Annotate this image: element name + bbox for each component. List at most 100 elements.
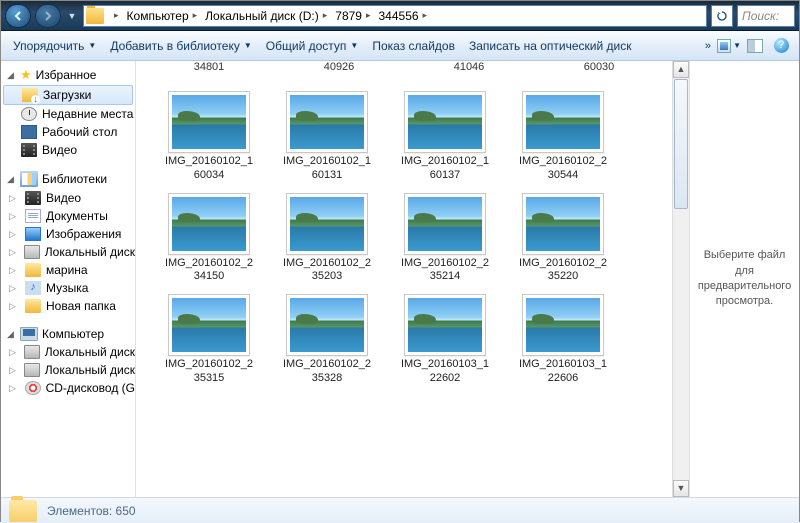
disclose-icon[interactable]: ▷ xyxy=(9,211,18,222)
scroll-down-button[interactable]: ▼ xyxy=(673,480,689,497)
file-label: IMG_20160102_235203 xyxy=(282,257,372,285)
tree-item[interactable]: ▷ Музыка xyxy=(1,279,135,297)
view-mode-button[interactable]: ▼ xyxy=(717,35,741,57)
refresh-button[interactable] xyxy=(711,5,733,27)
burn-button[interactable]: Записать на оптический диск xyxy=(463,35,638,57)
file-item[interactable]: IMG_20160103_122602 xyxy=(400,294,490,386)
file-label-fragment: 60030 xyxy=(554,61,644,77)
crumb-folder1[interactable]: 7879▸ xyxy=(331,6,374,26)
disclose-icon[interactable]: ▷ xyxy=(9,283,18,294)
file-thumbnail xyxy=(522,91,604,153)
tree-item-label: Рабочий стол xyxy=(42,125,117,139)
help-icon: ? xyxy=(774,38,789,53)
tree-item[interactable]: ▷Локальный диск xyxy=(1,343,135,361)
disclose-icon[interactable]: ▷ xyxy=(9,383,18,394)
scrollbar[interactable]: ▲ ▼ xyxy=(672,61,689,497)
file-thumbnail xyxy=(404,294,486,356)
disclose-icon[interactable]: ▷ xyxy=(9,265,18,276)
file-item[interactable]: IMG_20160102_230544 xyxy=(518,91,608,183)
file-item[interactable]: IMG_20160102_234150 xyxy=(164,193,254,285)
help-button[interactable]: ? xyxy=(769,35,793,57)
file-thumbnail xyxy=(286,193,368,255)
search-input[interactable]: Поиск: xyxy=(737,5,795,27)
tree-item-label: Новая папка xyxy=(46,299,116,313)
tree-item[interactable]: ▷ Локальный диск xyxy=(1,243,135,261)
file-item[interactable]: IMG_20160102_235315 xyxy=(164,294,254,386)
favorites-header[interactable]: ◢★ Избранное xyxy=(1,65,135,85)
crumb-root[interactable]: ▸ xyxy=(106,6,123,26)
tree-item-label: Загрузки xyxy=(43,88,91,102)
scroll-up-button[interactable]: ▲ xyxy=(673,61,689,78)
tree-item[interactable]: ▷CD-дисковод (G xyxy=(1,379,135,397)
cd-icon xyxy=(25,381,41,395)
file-thumbnail xyxy=(168,91,250,153)
overflow-button[interactable]: » xyxy=(701,40,715,52)
disclose-icon[interactable]: ▷ xyxy=(9,247,17,258)
file-item[interactable]: IMG_20160102_235328 xyxy=(282,294,372,386)
file-label: IMG_20160102_235328 xyxy=(282,358,372,386)
file-thumbnail xyxy=(168,294,250,356)
tree-item[interactable]: ▷ Видео xyxy=(1,189,135,207)
add-to-library-button[interactable]: Добавить в библиотеку▼ xyxy=(104,35,257,57)
file-item[interactable]: IMG_20160102_235203 xyxy=(282,193,372,285)
tree-item[interactable]: Загрузки xyxy=(3,85,133,105)
tree-item-label: Локальный диск xyxy=(45,363,135,377)
tree-item-label: Видео xyxy=(42,143,77,157)
crumb-computer[interactable]: Компьютер▸ xyxy=(123,6,202,26)
tree-item-label: Изображения xyxy=(46,227,121,241)
forward-button[interactable] xyxy=(35,4,61,28)
disclose-icon[interactable]: ▷ xyxy=(9,365,17,376)
tree-item-label: Локальный диск xyxy=(45,245,135,259)
computer-icon xyxy=(20,327,38,341)
disclose-icon[interactable]: ▷ xyxy=(9,347,17,358)
file-item[interactable]: IMG_20160102_235214 xyxy=(400,193,490,285)
tree-item[interactable]: ▷ марина xyxy=(1,261,135,279)
preview-pane-button[interactable] xyxy=(743,35,767,57)
navigation-tree: ◢★ Избранное Загрузки Недавние места Рабоч… xyxy=(1,61,136,497)
file-thumbnail xyxy=(168,193,250,255)
scroll-thumb[interactable] xyxy=(674,79,688,209)
folder-icon xyxy=(86,8,104,24)
file-item[interactable]: IMG_20160102_160131 xyxy=(282,91,372,183)
organize-button[interactable]: Упорядочить▼ xyxy=(7,35,102,57)
file-thumbnail xyxy=(286,91,368,153)
back-button[interactable] xyxy=(5,4,31,28)
doc-icon xyxy=(25,209,41,223)
file-thumbnail xyxy=(522,193,604,255)
preview-pane: Выберите файл для предварительного просм… xyxy=(689,61,799,497)
libraries-header[interactable]: ◢ Библиотеки xyxy=(1,169,135,189)
tree-item-label: Музыка xyxy=(46,281,88,295)
breadcrumb[interactable]: ▸ Компьютер▸ Локальный диск (D:)▸ 7879▸ … xyxy=(83,5,707,27)
file-item[interactable]: IMG_20160102_160137 xyxy=(400,91,490,183)
file-label: IMG_20160102_235214 xyxy=(400,257,490,285)
slideshow-button[interactable]: Показ слайдов xyxy=(366,35,461,57)
tree-item[interactable]: Видео xyxy=(1,141,135,159)
share-button[interactable]: Общий доступ▼ xyxy=(260,35,365,57)
disclose-icon[interactable]: ▷ xyxy=(9,229,18,240)
file-thumbnail xyxy=(404,91,486,153)
tree-item[interactable]: Рабочий стол xyxy=(1,123,135,141)
disclose-icon[interactable]: ▷ xyxy=(9,193,18,204)
music-icon xyxy=(25,281,41,295)
file-thumbnail xyxy=(286,294,368,356)
drive-icon xyxy=(24,345,40,359)
drive-icon xyxy=(24,245,40,259)
crumb-folder2[interactable]: 344556▸ xyxy=(375,6,432,26)
file-item[interactable]: IMG_20160103_122606 xyxy=(518,294,608,386)
tree-item[interactable]: Недавние места xyxy=(1,105,135,123)
tree-item[interactable]: ▷ Локальный диск xyxy=(1,361,135,379)
disclose-icon[interactable]: ▷ xyxy=(9,301,18,312)
video-icon xyxy=(25,191,41,205)
pic-icon xyxy=(25,227,41,241)
tree-item[interactable]: ▷ Новая папка xyxy=(1,297,135,315)
tree-item-label: марина xyxy=(46,263,88,277)
tree-item-label: Видео xyxy=(46,191,81,205)
computer-header[interactable]: ◢ Компьютер xyxy=(1,325,135,343)
tree-item[interactable]: ▷ Изображения xyxy=(1,225,135,243)
file-item[interactable]: IMG_20160102_160034 xyxy=(164,91,254,183)
file-label: IMG_20160103_122606 xyxy=(518,358,608,386)
tree-item[interactable]: ▷Документы xyxy=(1,207,135,225)
crumb-drive[interactable]: Локальный диск (D:)▸ xyxy=(201,6,331,26)
history-dropdown[interactable]: ▼ xyxy=(65,5,79,27)
file-item[interactable]: IMG_20160102_235220 xyxy=(518,193,608,285)
